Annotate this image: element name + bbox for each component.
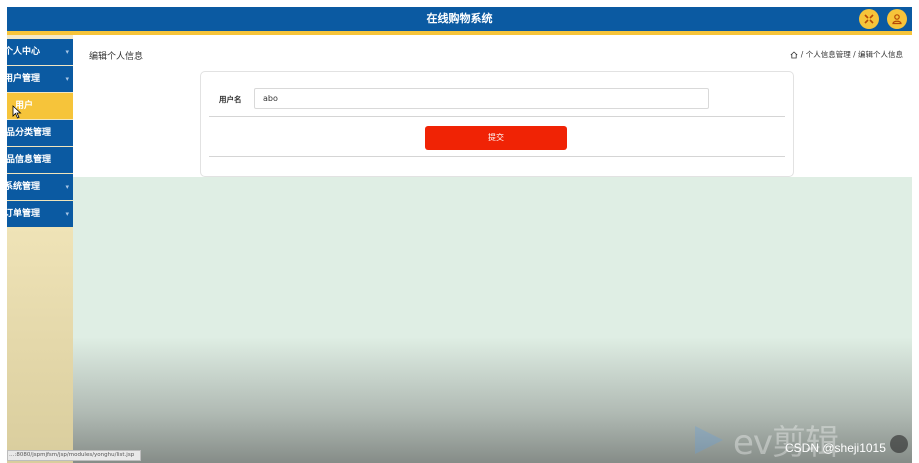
sidebar-item-user-management[interactable]: 用户管理 ▾ [7, 66, 73, 92]
sidebar-item-label: 商品信息管理 [7, 155, 52, 165]
app-title: 在线购物系统 [426, 12, 493, 25]
chevron-down-icon: ▾ [65, 75, 69, 83]
submit-button[interactable]: 提交 [425, 126, 567, 150]
sidebar-item-label: 商品分类管理 [7, 128, 52, 138]
divider [209, 156, 785, 157]
pointer-cursor-icon [12, 105, 22, 119]
main-content: 编辑个人信息 / 个人信息管理 / 编辑个人信息 用户名 abo 提交 [73, 35, 912, 177]
chevron-down-icon: ▾ [65, 210, 69, 218]
divider [209, 116, 785, 117]
user-menu-button[interactable] [887, 9, 907, 29]
breadcrumb: / 个人信息管理 / 编辑个人信息 [790, 49, 903, 60]
play-triangle-icon [695, 425, 723, 454]
sidebar-item-personal-center[interactable]: 个人中心 ▾ [7, 39, 73, 65]
fullscreen-icon [864, 14, 874, 24]
username-label: 用户名 [219, 95, 242, 104]
breadcrumb-path: / 个人信息管理 / 编辑个人信息 [800, 50, 903, 59]
sidebar-item-label: 用户管理 [7, 74, 41, 84]
sidebar-item-product-management[interactable]: 商品信息管理 [7, 147, 73, 173]
sidebar-item-order-management[interactable]: 订单管理 ▾ [7, 201, 73, 227]
sidebar-item-category-management[interactable]: 商品分类管理 [7, 120, 73, 146]
sidebar-item-system-management[interactable]: 系统管理 ▾ [7, 174, 73, 200]
chevron-down-icon: ▾ [65, 48, 69, 56]
username-input[interactable]: abo [254, 88, 709, 109]
ev-logo-text: ev剪辑 [733, 423, 839, 463]
sidebar-item-label: 个人中心 [7, 47, 41, 57]
video-control-icon[interactable] [890, 435, 908, 453]
user-icon [892, 14, 902, 25]
edit-profile-form: 用户名 abo 提交 [200, 71, 794, 177]
chevron-down-icon: ▾ [65, 183, 69, 191]
app-window: 在线购物系统 个人中心 ▾ 用户管理 ▾ 用户 商品分 [7, 7, 912, 463]
ev-watermark: ev剪辑 [689, 415, 839, 463]
home-icon[interactable] [790, 50, 798, 59]
page-title: 编辑个人信息 [89, 52, 144, 62]
sidebar-item-label: 订单管理 [7, 209, 41, 219]
fullscreen-button[interactable] [859, 9, 879, 29]
top-header: 在线购物系统 [7, 7, 912, 31]
sidebar: 个人中心 ▾ 用户管理 ▾ 用户 商品分类管理 商品信息管理 系统管理 ▾ 订单… [7, 35, 73, 463]
status-bar-url: …:8080/jspmjfsm/jsp/modules/yonghu/list.… [7, 450, 141, 461]
sidebar-item-label: 系统管理 [7, 182, 41, 192]
csdn-watermark: CSDN @sheji1015 [785, 441, 886, 455]
